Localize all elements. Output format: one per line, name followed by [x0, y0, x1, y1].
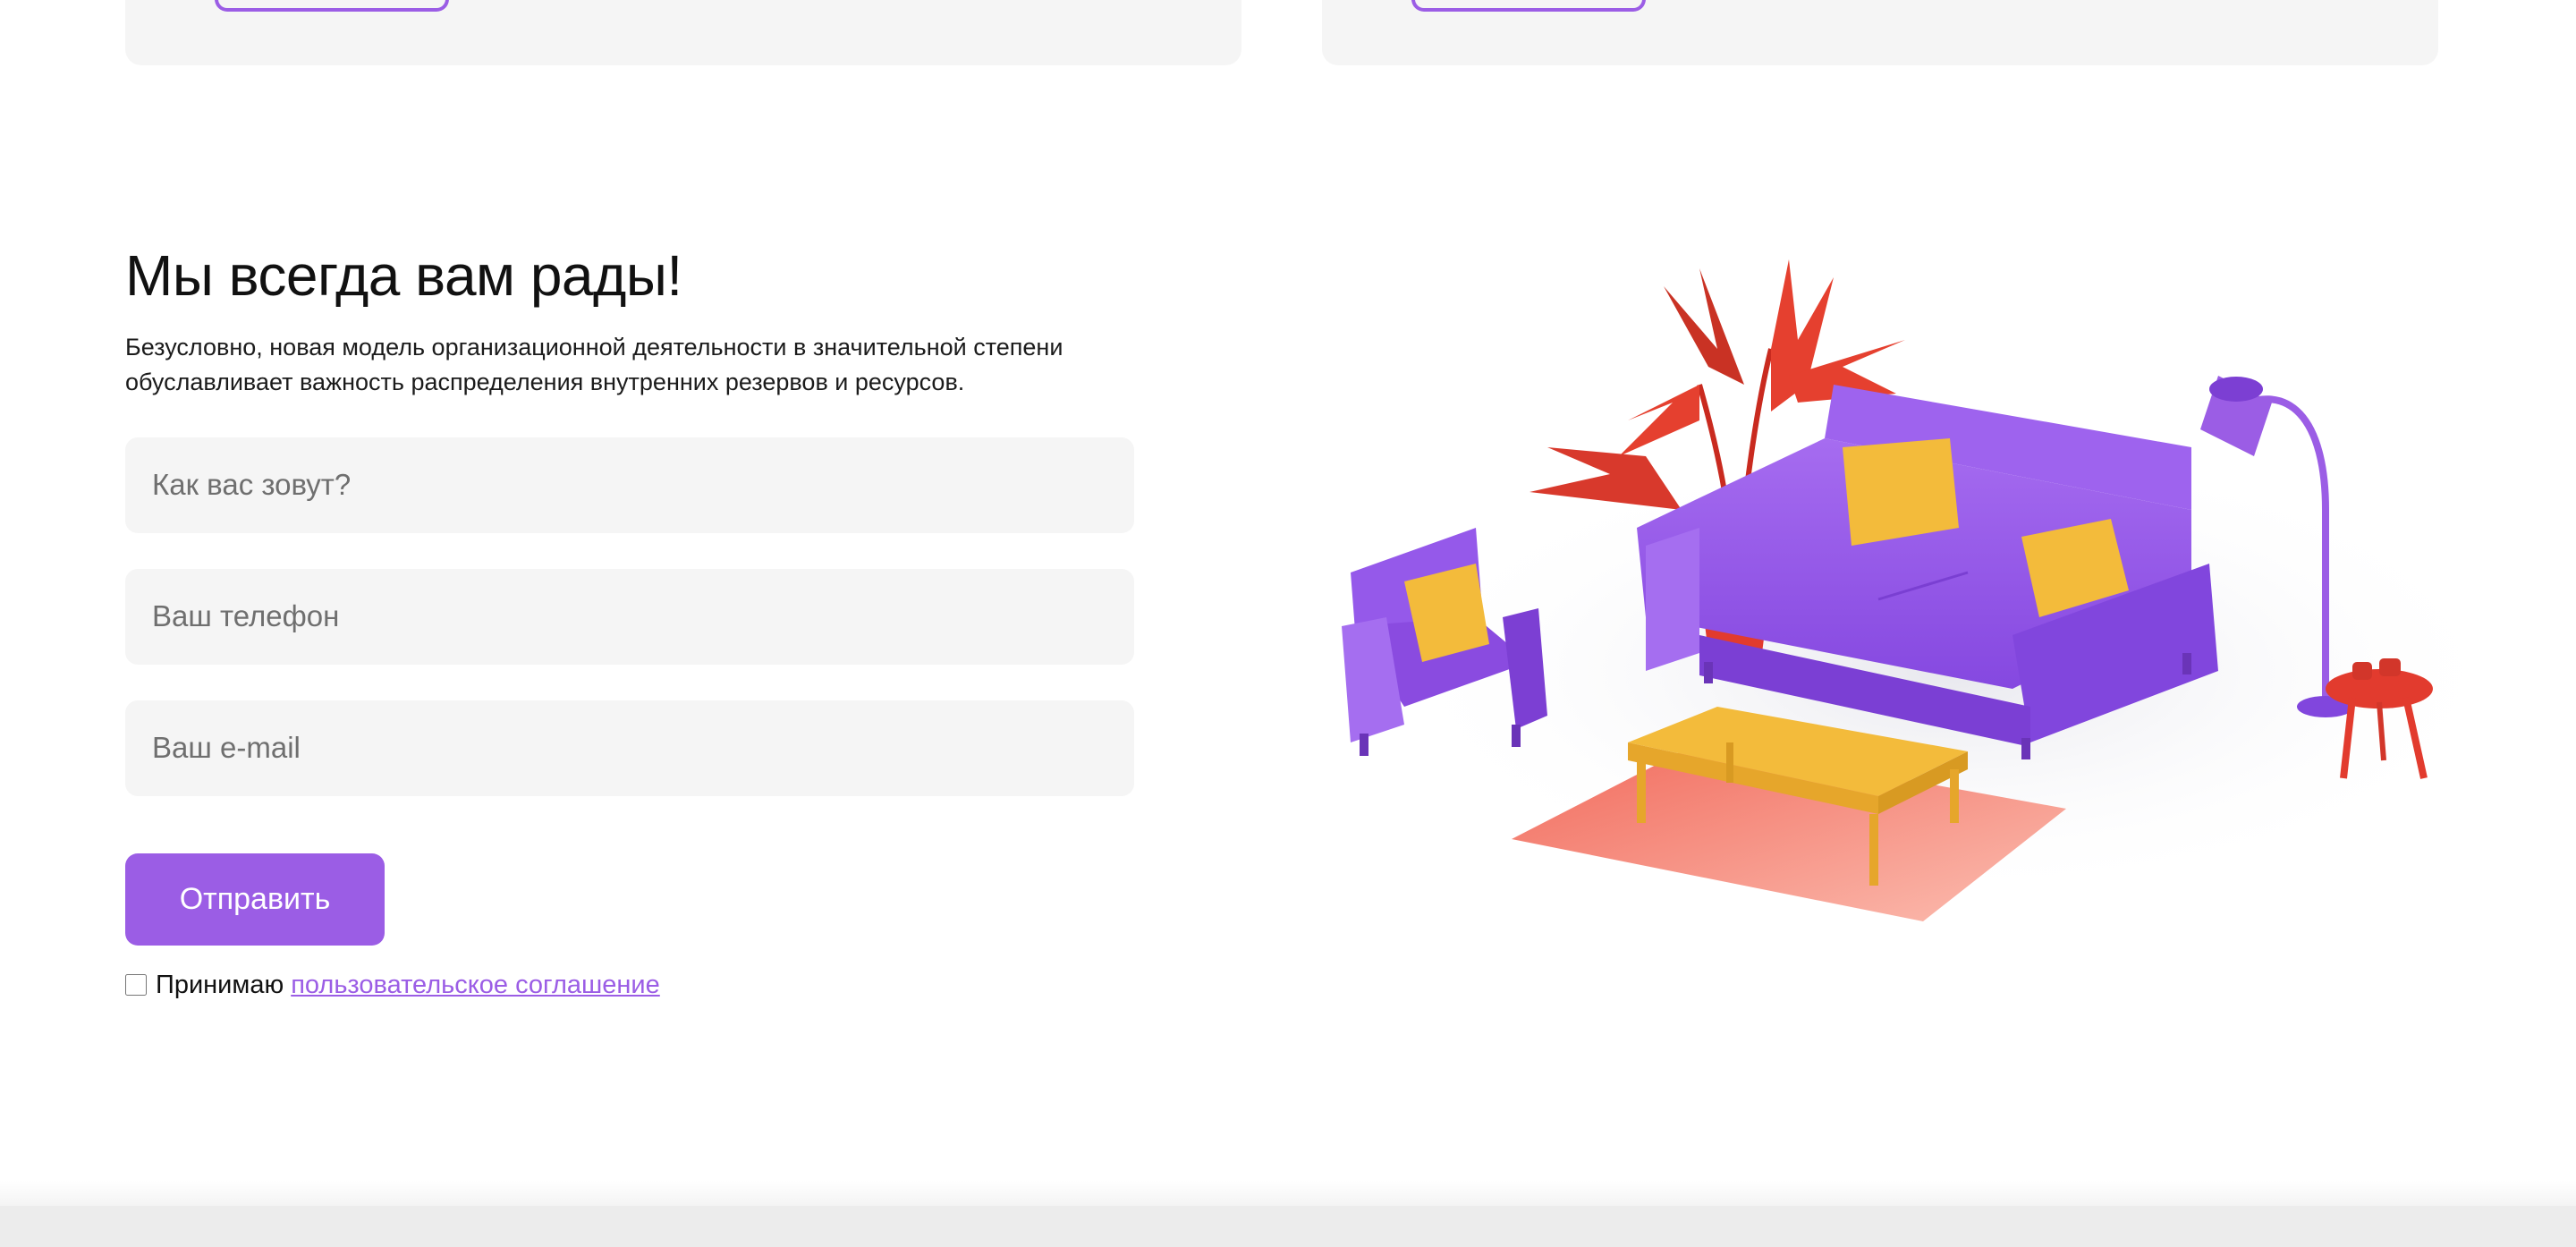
- card-button-left[interactable]: [215, 0, 449, 12]
- consent-label: Принимаю: [156, 970, 284, 999]
- footer-bar: [0, 1206, 2576, 1247]
- top-card-right: [1322, 0, 2438, 65]
- living-room-illustration: [1324, 242, 2522, 957]
- contact-description: Безусловно, новая модель организационной…: [125, 330, 1145, 400]
- name-input[interactable]: [125, 437, 1134, 533]
- card-button-right[interactable]: [1411, 0, 1646, 12]
- contact-form-section: Мы всегда вам рады! Безусловно, новая мо…: [125, 242, 1145, 1000]
- contact-title: Мы всегда вам рады!: [125, 243, 682, 308]
- phone-input[interactable]: [125, 568, 1134, 665]
- submit-button[interactable]: Отправить: [125, 853, 385, 946]
- contact-description-line1: Безусловно, новая модель организационной…: [125, 333, 1063, 361]
- top-card-left: [125, 0, 1241, 65]
- page: Мы всегда вам рады! Безусловно, новая мо…: [0, 0, 2576, 1247]
- consent-checkbox[interactable]: [125, 974, 147, 997]
- user-agreement-link[interactable]: пользовательское соглашение: [291, 971, 660, 1000]
- living-room-image: [1342, 259, 2522, 921]
- email-input[interactable]: [125, 700, 1134, 796]
- contact-description-line2: обуславливает важность распределения вну…: [125, 368, 965, 395]
- consent-row: Принимаю пользовательское соглашение: [125, 971, 1145, 1000]
- footer-shadow: [0, 1181, 2576, 1208]
